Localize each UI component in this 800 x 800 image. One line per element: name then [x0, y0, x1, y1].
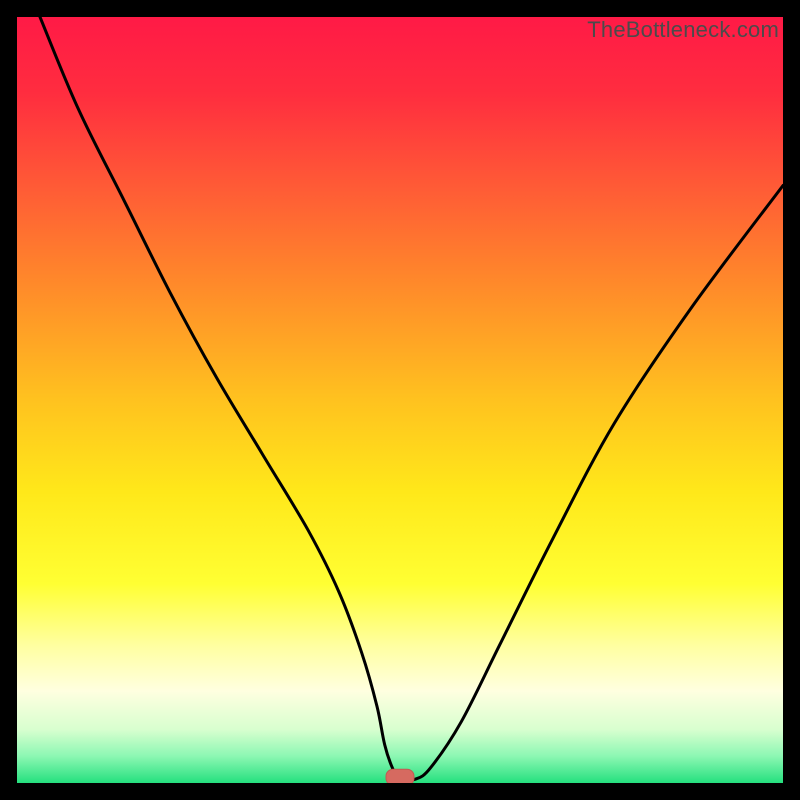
watermark-text: TheBottleneck.com [587, 17, 779, 43]
bottleneck-plot [17, 17, 783, 783]
gradient-background [17, 17, 783, 783]
optimal-marker [386, 769, 414, 783]
chart-frame: TheBottleneck.com [17, 17, 783, 783]
